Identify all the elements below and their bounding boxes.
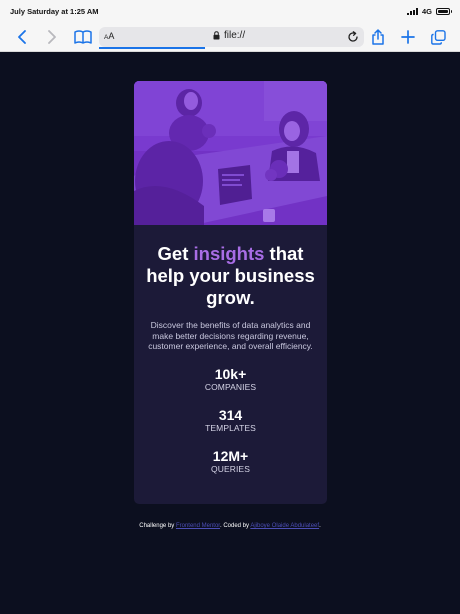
stat-value: 12M+ — [212, 447, 249, 464]
stat-label: QUERIES — [211, 463, 250, 474]
author-link[interactable]: Ajiboye Olaide Abdulateef — [250, 523, 319, 529]
attribution-prefix: Challenge by — [139, 523, 176, 529]
book-icon — [74, 30, 92, 44]
address-bar[interactable]: AA AA file:// — [99, 27, 364, 49]
plus-icon — [401, 30, 415, 44]
card-description: Discover the benefits of data analytics … — [148, 320, 313, 351]
stat-label: COMPANIES — [204, 381, 257, 392]
reload-button[interactable] — [345, 29, 361, 45]
url-text: file:// — [224, 30, 246, 41]
web-page: Get insights that help your business gro… — [0, 53, 460, 614]
tabs-overview-button[interactable] — [425, 22, 451, 52]
attribution-footer: Challenge by Frontend Mentor. Coded by A… — [0, 523, 460, 529]
status-indicators: 4G — [406, 6, 452, 16]
tabs-icon — [430, 29, 446, 45]
stat-queries: 12M+ QUERIES — [144, 448, 317, 475]
chevron-right-icon — [48, 30, 56, 44]
status-time: July Saturday at 1:25 AM — [10, 6, 99, 16]
headline-pre: Get — [157, 243, 194, 264]
stat-companies: 10k+ COMPANIES — [144, 366, 317, 393]
headline-accent: insights — [193, 243, 265, 264]
stats-preview-card: Get insights that help your business gro… — [134, 81, 327, 504]
url-display: file:// — [213, 30, 245, 41]
bookmarks-button[interactable] — [70, 22, 96, 52]
stat-value: 314 — [218, 406, 243, 423]
network-type: 4G — [421, 6, 432, 16]
load-progress-bar — [99, 47, 205, 49]
text-size-button[interactable]: AA — [104, 31, 114, 41]
frontend-mentor-link[interactable]: Frontend Mentor — [176, 523, 220, 529]
hero-image — [134, 81, 327, 225]
chevron-left-icon — [18, 30, 26, 44]
hero-tint — [134, 81, 327, 225]
status-bar: July Saturday at 1:25 AM 4G — [0, 0, 460, 22]
share-icon — [372, 29, 384, 45]
attribution-middle: . Coded by — [219, 523, 251, 529]
card-content: Get insights that help your business gro… — [134, 225, 327, 475]
lock-icon — [213, 31, 220, 40]
browser-toolbar: AA AA file:// — [0, 22, 460, 52]
back-button[interactable] — [9, 22, 35, 52]
cellular-signal-icon — [406, 7, 418, 15]
card-headline: Get insights that help your business gro… — [144, 243, 317, 309]
attribution-suffix: . — [319, 523, 321, 529]
stat-value: 10k+ — [214, 365, 247, 382]
reload-icon — [348, 31, 358, 42]
forward-button[interactable] — [39, 22, 65, 52]
battery-icon — [436, 7, 452, 15]
stat-label: TEMPLATES — [205, 422, 256, 433]
stat-templates: 314 TEMPLATES — [144, 407, 317, 434]
share-button[interactable] — [365, 22, 391, 52]
new-tab-button[interactable] — [395, 22, 421, 52]
